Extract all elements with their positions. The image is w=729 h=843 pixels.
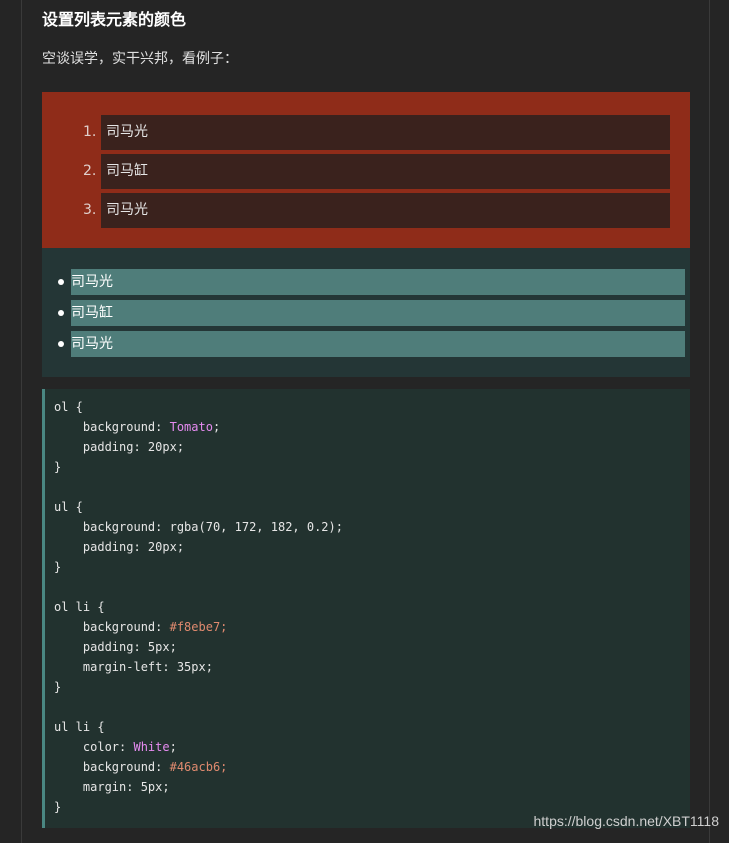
code-token: background: — [54, 760, 170, 774]
code-token: ul { — [54, 500, 83, 514]
list-number: 2. — [83, 163, 97, 179]
code-token: } — [54, 560, 62, 574]
code-line: ul li { — [54, 717, 690, 737]
code-line: ul { — [54, 497, 690, 517]
code-line: margin: 5px; — [54, 777, 690, 797]
watermark: https://blog.csdn.net/XBT1118 — [533, 813, 720, 829]
code-line: background: Tomato; — [54, 417, 690, 437]
unordered-list-item: 司马光 — [58, 269, 685, 295]
code-line: background: rgba(70, 172, 182, 0.2); — [54, 517, 690, 537]
list-number: 1. — [83, 124, 97, 140]
code-token: padding: 20px; — [54, 540, 185, 554]
list-item-text: 司马缸 — [106, 163, 148, 179]
code-line: ol { — [54, 397, 690, 417]
code-line: } — [54, 557, 690, 577]
unordered-list-item: 司马光 — [58, 331, 685, 357]
code-token: color: — [54, 740, 134, 754]
code-token: margin-left: 35px; — [54, 660, 213, 674]
code-token: } — [54, 800, 62, 814]
code-token: } — [54, 680, 62, 694]
code-line: padding: 20px; — [54, 437, 690, 457]
code-line: background: #46acb6; — [54, 757, 690, 777]
list-number: 3. — [83, 202, 97, 218]
intro-text: 空谈误学，实干兴邦，看例子： — [42, 51, 238, 67]
bullet-icon — [58, 310, 64, 316]
ordered-list-item: 2. 司马缸 — [83, 154, 670, 189]
unordered-list-demo: 司马光 司马缸 司马光 — [42, 248, 690, 377]
ordered-list-item: 1. 司马光 — [83, 115, 670, 150]
list-item-text: 司马光 — [71, 336, 113, 352]
bullet-icon — [58, 341, 64, 347]
right-divider — [709, 0, 710, 843]
left-divider — [21, 0, 22, 843]
code-token: White — [133, 740, 170, 754]
section-heading: 设置列表元素的颜色 — [42, 10, 187, 29]
code-token: background: rgba(70, 172, 182, 0.2); — [54, 520, 343, 534]
ordered-list-item: 3. 司马光 — [83, 193, 670, 228]
code-token: background: — [54, 420, 170, 434]
code-line: padding: 20px; — [54, 537, 690, 557]
list-item-text: 司马光 — [106, 202, 148, 218]
code-line: ol li { — [54, 597, 690, 617]
code-token: #f8ebe7; — [169, 620, 228, 634]
code-token: } — [54, 460, 62, 474]
code-line: color: White; — [54, 737, 690, 757]
css-code-block[interactable]: ol { background: Tomato; padding: 20px;}… — [42, 389, 690, 828]
code-token: background: — [54, 620, 170, 634]
code-token: Tomato — [169, 420, 213, 434]
ordered-list-demo: 1. 司马光 2. 司马缸 3. 司马光 — [42, 92, 690, 248]
code-line: background: #f8ebe7; — [54, 617, 690, 637]
code-token: padding: 5px; — [54, 640, 177, 654]
code-line: padding: 5px; — [54, 637, 690, 657]
code-token: ol li { — [54, 600, 105, 614]
list-item-text: 司马光 — [106, 124, 148, 140]
list-item-text: 司马缸 — [71, 305, 113, 321]
unordered-list-item: 司马缸 — [58, 300, 685, 326]
bullet-icon — [58, 279, 64, 285]
code-line: } — [54, 457, 690, 477]
code-line: margin-left: 35px; — [54, 657, 690, 677]
code-token: margin: 5px; — [54, 780, 170, 794]
list-item-text: 司马光 — [71, 274, 113, 290]
code-token: ; — [169, 740, 177, 754]
code-token: #46acb6; — [169, 760, 228, 774]
code-token: ul li { — [54, 720, 105, 734]
code-token: ol { — [54, 400, 83, 414]
code-token: padding: 20px; — [54, 440, 185, 454]
code-line: } — [54, 677, 690, 697]
code-token: ; — [212, 420, 221, 434]
